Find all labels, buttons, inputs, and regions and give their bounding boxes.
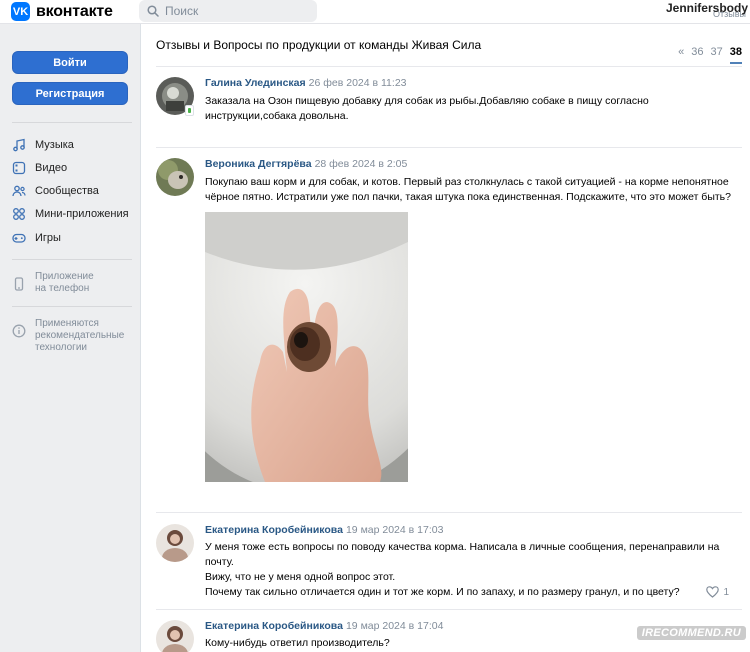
pager-page[interactable]: 36 (691, 46, 703, 64)
watermark: IRECOMMEND.RU (636, 626, 746, 640)
avatar[interactable] (156, 620, 194, 652)
heart-icon (706, 586, 720, 598)
phone-icon (14, 277, 24, 291)
app-note-line: Приложение (35, 271, 94, 282)
comment-header: Вероника Дегтярёва 28 фев 2024 в 2:05 (205, 158, 407, 170)
comment-date[interactable]: 19 мар 2024 в 17:04 (346, 620, 443, 632)
sidebar-item-label: Видео (35, 162, 68, 174)
mobile-status-icon (185, 105, 194, 116)
divider (156, 147, 742, 148)
comment-header: Екатерина Коробейникова 19 мар 2024 в 17:… (205, 620, 443, 632)
communities-icon (12, 185, 26, 197)
comment-text: Заказала на Озон пищевую добавку для соб… (205, 95, 649, 122)
avatar[interactable] (156, 524, 194, 562)
sidebar-divider (12, 306, 132, 307)
sidebar-item-music[interactable]: Музыка (12, 136, 74, 154)
search-box[interactable] (139, 0, 317, 22)
comment-text: У меня тоже есть вопросы по поводу качес… (205, 540, 743, 600)
sidebar-divider (12, 259, 132, 260)
pagination: « 36 37 38 (671, 46, 742, 64)
avatar[interactable] (156, 158, 194, 196)
sidebar-item-games[interactable]: Игры (12, 229, 61, 247)
top-bar: VK вконтакте Отзывы Jennifersbody (0, 0, 750, 24)
app-note-line: на телефон (35, 283, 90, 294)
sidebar-item-video[interactable]: Видео (12, 159, 67, 177)
search-input[interactable] (165, 4, 305, 18)
sidebar-tech-note[interactable]: Применяются рекомендательные технологии (12, 318, 124, 354)
logo-text: вконтакте (36, 2, 113, 20)
tech-note-line: Применяются (35, 318, 99, 329)
sidebar-item-label: Игры (35, 232, 61, 244)
author-link[interactable]: Екатерина Коробейникова (205, 620, 343, 632)
comment-text-line: У меня тоже есть вопросы по поводу качес… (205, 541, 720, 568)
mini-apps-icon (13, 208, 25, 220)
comment-date[interactable]: 26 фев 2024 в 11:23 (309, 77, 407, 89)
comment-header: Екатерина Коробейникова 19 мар 2024 в 17:… (205, 524, 443, 536)
author-link[interactable]: Галина Улединская (205, 77, 306, 89)
comment-date[interactable]: 28 фев 2024 в 2:05 (315, 158, 408, 170)
author-link[interactable]: Екатерина Коробейникова (205, 524, 343, 536)
sidebar-item-communities[interactable]: Сообщества (12, 182, 99, 200)
main-panel: Отзывы и Вопросы по продукции от команды… (140, 24, 750, 652)
games-icon (12, 233, 26, 243)
user-name[interactable]: Jennifersbody (666, 1, 748, 15)
sidebar-item-label: Мини-приложения (35, 208, 129, 220)
login-button[interactable]: Войти (12, 51, 128, 74)
pager-page[interactable]: 37 (711, 46, 723, 64)
comment-text-line: Почему так сильно отличается один и тот … (205, 586, 680, 598)
like-button[interactable]: 1 (706, 586, 729, 598)
sidebar-item-mini-apps[interactable]: Мини-приложения (12, 205, 129, 223)
divider (156, 512, 742, 513)
sidebar-app-link[interactable]: Приложение на телефон (12, 271, 94, 295)
register-button[interactable]: Регистрация (12, 82, 128, 105)
pager-current-page: 38 (729, 46, 742, 64)
page-title: Отзывы и Вопросы по продукции от команды… (156, 38, 482, 52)
sidebar-item-label: Музыка (35, 139, 74, 151)
comment-header: Галина Улединская 26 фев 2024 в 11:23 (205, 77, 407, 89)
search-icon (147, 5, 159, 17)
attached-photo[interactable] (205, 212, 408, 482)
divider (156, 609, 742, 610)
author-link[interactable]: Вероника Дегтярёва (205, 158, 312, 170)
video-icon (12, 161, 26, 175)
info-icon (12, 324, 26, 338)
tech-note-line: рекомендательные (35, 330, 125, 341)
like-count: 1 (723, 586, 729, 598)
comment-date[interactable]: 19 мар 2024 в 17:03 (346, 524, 443, 536)
vk-logo-icon: VK (11, 2, 30, 21)
tech-note-line: технологии (35, 342, 88, 353)
sidebar-divider (12, 122, 132, 123)
pager-prev[interactable]: « (678, 46, 684, 64)
vk-logo[interactable]: VK вконтакте (11, 2, 113, 21)
divider (156, 66, 742, 67)
comment-text-line: Вижу, что не у меня одной вопрос этот. (205, 571, 396, 583)
sidebar: Войти Регистрация Музыка Видео Сообществ… (0, 24, 140, 652)
music-icon (13, 138, 25, 152)
comment-text: Покупаю ваш корм и для собак, и котов. П… (205, 176, 731, 203)
sidebar-item-label: Сообщества (35, 185, 99, 197)
